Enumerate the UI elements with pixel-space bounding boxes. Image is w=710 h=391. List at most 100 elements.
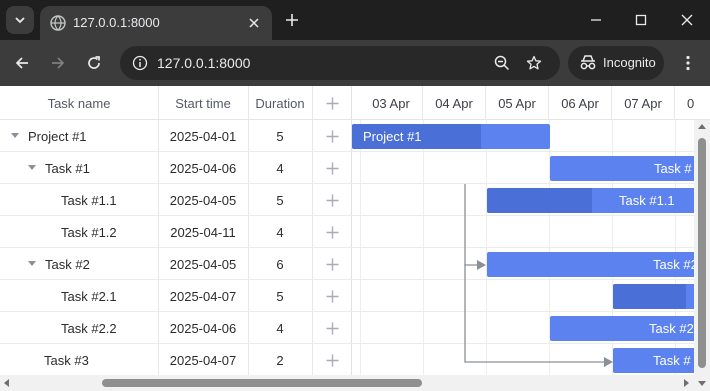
browser-tab[interactable]: 127.0.0.1:8000 — [40, 6, 272, 40]
horizontal-scroll-thumb[interactable] — [102, 379, 422, 387]
task-bar-label: Task # — [653, 353, 691, 368]
timeline: 03 Apr 04 Apr 05 Apr 06 Apr 07 Apr 0 Pro… — [352, 86, 710, 391]
add-subtask-button[interactable] — [312, 280, 352, 312]
close-icon — [249, 18, 259, 28]
task-progress[interactable] — [613, 284, 686, 309]
plus-icon — [326, 322, 338, 334]
start-time-cell: 2025-04-05 — [169, 256, 237, 272]
address-bar[interactable]: 127.0.0.1:8000 — [120, 46, 560, 80]
task-name-cell: Task #2 — [45, 256, 90, 272]
add-subtask-button[interactable] — [312, 152, 352, 184]
add-task-button[interactable] — [312, 87, 352, 119]
table-row[interactable]: Task #2.2 2025-04-06 4 — [0, 312, 352, 344]
start-time-cell: 2025-04-07 — [169, 288, 237, 304]
plus-icon — [326, 354, 338, 366]
task-bar[interactable]: Project #1 — [352, 124, 550, 149]
start-time-cell: 2025-04-06 — [169, 320, 237, 336]
minimize-button[interactable] — [584, 8, 608, 32]
plus-icon — [326, 162, 338, 174]
grid-header: Task name Start time Duration — [0, 86, 352, 120]
table-row[interactable]: Task #1 2025-04-06 4 — [0, 152, 352, 184]
maximize-button[interactable] — [629, 8, 653, 32]
close-window-button[interactable] — [675, 8, 699, 32]
table-row[interactable]: Task #2 2025-04-05 6 — [0, 248, 352, 280]
reload-button[interactable] — [82, 51, 106, 75]
browser-tab-bar: 127.0.0.1:8000 — [0, 0, 710, 40]
more-vertical-icon — [686, 55, 690, 71]
arrow-head-icon — [477, 260, 486, 270]
table-row[interactable]: Project #1 2025-04-01 5 — [0, 120, 352, 152]
task-name-cell: Task #1.1 — [61, 192, 117, 208]
add-subtask-button[interactable] — [312, 120, 352, 152]
tab-search-button[interactable] — [6, 6, 34, 34]
arrow-right-icon — [52, 57, 65, 69]
column-header-start-time[interactable]: Start time — [158, 86, 248, 120]
dependency-link[interactable] — [464, 264, 608, 363]
table-row[interactable]: Task #3 2025-04-07 2 — [0, 344, 352, 376]
table-row[interactable]: Task #2.1 2025-04-07 5 — [0, 280, 352, 312]
start-time-cell: 2025-04-06 — [169, 160, 237, 176]
table-row[interactable]: Task #1.1 2025-04-05 5 — [0, 184, 352, 216]
duration-cell: 5 — [276, 288, 284, 304]
task-bar[interactable]: Task #2 — [487, 252, 710, 277]
dependency-link[interactable] — [464, 184, 484, 266]
duration-cell: 5 — [276, 192, 284, 208]
plus-icon — [326, 130, 338, 142]
scroll-up-arrow-icon[interactable] — [698, 124, 706, 129]
start-time-cell: 2025-04-05 — [169, 192, 237, 208]
plus-icon — [326, 258, 338, 270]
duration-cell: 4 — [276, 224, 284, 240]
task-name-cell: Task #3 — [44, 352, 89, 368]
task-name-cell: Task #1.2 — [61, 224, 117, 240]
add-subtask-button[interactable] — [312, 312, 352, 344]
column-header-task-name[interactable]: Task name — [0, 86, 158, 120]
collapse-caret-icon[interactable] — [28, 261, 36, 266]
task-bar-label: Task #2 — [653, 257, 698, 272]
duration-cell: 2 — [276, 352, 284, 368]
new-tab-button[interactable] — [280, 8, 304, 32]
plus-icon — [326, 97, 338, 109]
table-row[interactable]: Task #1.2 2025-04-11 4 — [0, 216, 352, 248]
horizontal-scrollbar[interactable] — [0, 375, 694, 391]
forward-button[interactable] — [46, 51, 70, 75]
incognito-label: Incognito — [603, 55, 656, 70]
browser-toolbar: 127.0.0.1:8000 Incognito — [0, 40, 710, 86]
add-subtask-button[interactable] — [312, 184, 352, 216]
duration-cell: 5 — [276, 128, 284, 144]
task-name-cell: Task #2.2 — [61, 320, 117, 336]
add-subtask-button[interactable] — [312, 248, 352, 280]
add-subtask-button[interactable] — [312, 344, 352, 376]
task-progress[interactable] — [487, 188, 592, 213]
close-icon — [681, 14, 693, 26]
reload-icon — [88, 56, 100, 69]
duration-cell: 4 — [276, 320, 284, 336]
vertical-scroll-thumb[interactable] — [698, 138, 706, 368]
scroll-left-arrow-icon[interactable] — [4, 379, 9, 387]
collapse-caret-icon[interactable] — [11, 133, 19, 138]
tab-close-button[interactable] — [244, 13, 264, 33]
task-grid: Task name Start time Duration Project #1… — [0, 86, 352, 391]
task-name-cell: Project #1 — [28, 128, 87, 144]
plus-icon — [286, 14, 298, 26]
back-button[interactable] — [10, 51, 34, 75]
task-bar[interactable]: Task # — [550, 156, 710, 181]
url-text[interactable]: 127.0.0.1:8000 — [157, 54, 250, 72]
scroll-right-arrow-icon[interactable] — [684, 379, 689, 387]
task-bar[interactable]: Task #2 — [550, 316, 710, 341]
bookmark-button[interactable] — [522, 51, 546, 75]
scroll-down-arrow-icon[interactable] — [698, 381, 706, 386]
collapse-caret-icon[interactable] — [28, 165, 36, 170]
vertical-scrollbar[interactable] — [694, 120, 710, 391]
start-time-cell: 2025-04-11 — [170, 224, 236, 240]
globe-icon — [50, 15, 66, 31]
site-info-button[interactable] — [128, 51, 152, 75]
duration-cell: 4 — [276, 160, 284, 176]
column-header-duration[interactable]: Duration — [248, 86, 312, 120]
add-subtask-button[interactable] — [312, 216, 352, 248]
task-bar[interactable]: Task #1.1 — [487, 188, 697, 213]
info-icon — [132, 55, 148, 71]
browser-menu-button[interactable] — [676, 51, 700, 75]
zoom-button[interactable] — [490, 51, 514, 75]
zoom-out-icon — [494, 55, 510, 71]
incognito-indicator[interactable]: Incognito — [568, 46, 664, 80]
